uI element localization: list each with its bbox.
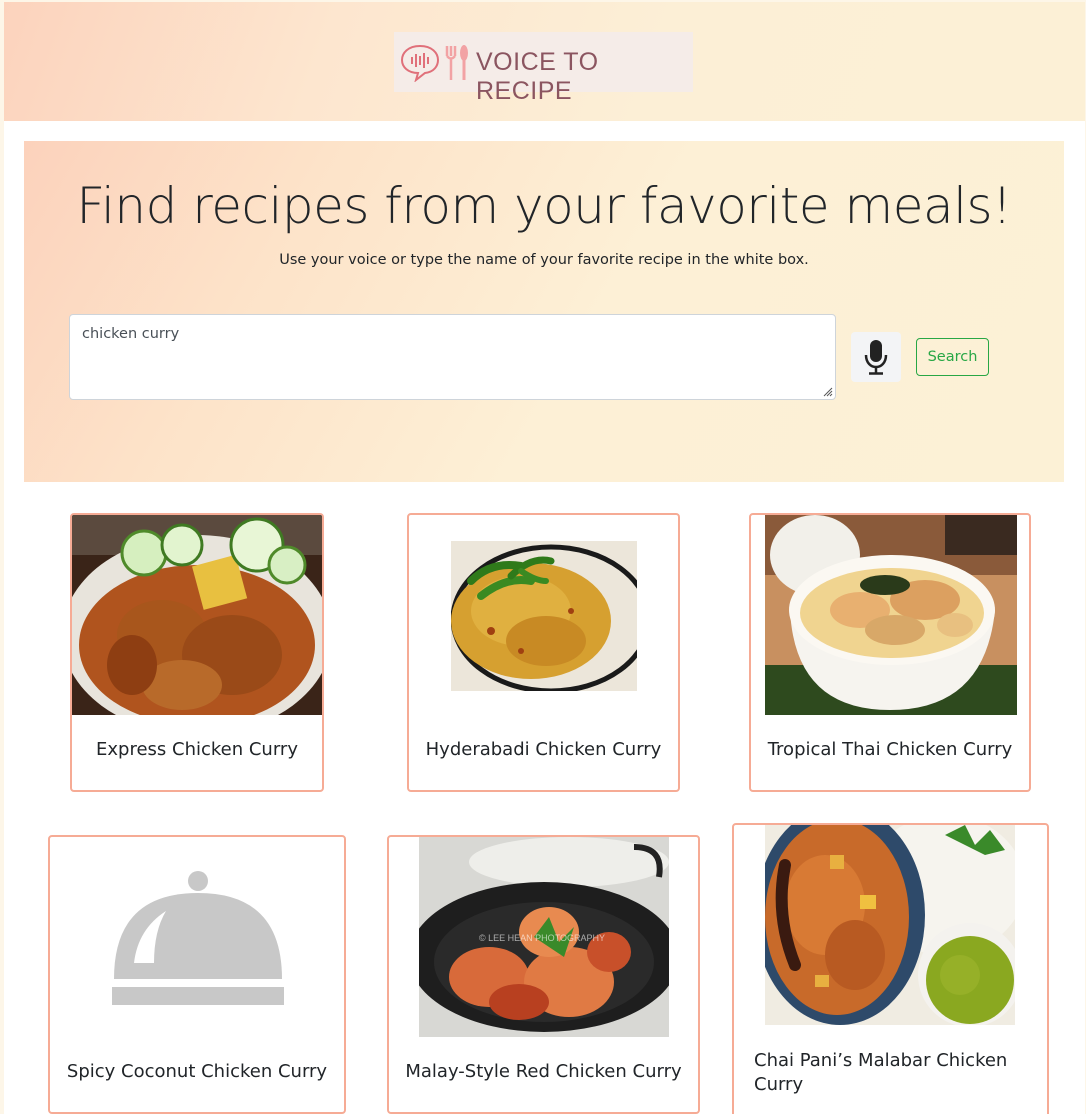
resize-grip-icon[interactable]	[821, 385, 833, 397]
recipe-card[interactable]: © LEE HEAN PHOTOGRAPHY Malay-Style Red C…	[387, 835, 700, 1114]
recipe-image-thai-curry-bowl[interactable]	[765, 515, 1017, 715]
recipe-title[interactable]: Chai Pani’s Malabar Chicken Curry	[734, 1049, 1047, 1097]
recipe-image-red-curry-in-wok[interactable]: © LEE HEAN PHOTOGRAPHY	[419, 837, 669, 1037]
cloche-placeholder-icon	[112, 871, 284, 1005]
recipe-card[interactable]: Express Chicken Curry	[70, 513, 324, 792]
recipe-search-input[interactable]: chicken curry	[69, 314, 836, 400]
search-input-value: chicken curry	[82, 326, 180, 342]
recipe-title-line-1: Chai Pani’s Malabar Chicken	[754, 1050, 1008, 1071]
recipe-image-curry-bowl-with-cucumber[interactable]	[72, 515, 322, 715]
recipe-title-line-2: Curry	[754, 1074, 804, 1095]
logo[interactable]: VOICE TO RECIPE	[394, 32, 693, 105]
recipe-title[interactable]: Hyderabadi Chicken Curry	[409, 739, 678, 760]
search-button[interactable]: Search	[916, 338, 989, 376]
page-subtitle: Use your voice or type the name of your …	[279, 252, 809, 268]
logo-icon	[400, 44, 468, 82]
microphone-icon	[864, 340, 888, 375]
recipe-card[interactable]: Tropical Thai Chicken Curry	[749, 513, 1031, 792]
hero-search-section: Find recipes from your favorite meals! U…	[24, 141, 1064, 482]
recipe-title[interactable]: Malay-Style Red Chicken Curry	[389, 1061, 698, 1082]
page: VOICE TO RECIPE Find recipes from your f…	[4, 2, 1085, 1114]
recipe-card[interactable]: Chai Pani’s Malabar Chicken Curry	[732, 823, 1049, 1114]
recipe-title[interactable]: Tropical Thai Chicken Curry	[751, 739, 1029, 760]
recipe-card[interactable]: Spicy Coconut Chicken Curry	[48, 835, 346, 1114]
recipe-image-placeholder[interactable]	[112, 871, 284, 1007]
recipe-card[interactable]: Hyderabadi Chicken Curry	[407, 513, 680, 792]
voice-input-button[interactable]	[851, 332, 901, 382]
recipe-image-curry-with-green-chilies[interactable]	[451, 541, 637, 691]
recipe-title[interactable]: Spicy Coconut Chicken Curry	[50, 1061, 344, 1082]
image-watermark: © LEE HEAN PHOTOGRAPHY	[479, 933, 605, 943]
recipe-image-malabar-curry-with-chutney[interactable]	[765, 825, 1015, 1025]
recipe-title[interactable]: Express Chicken Curry	[72, 739, 322, 760]
logo-text: VOICE TO RECIPE	[476, 48, 599, 105]
page-title: Find recipes from your favorite meals!	[76, 177, 1012, 235]
site-header: VOICE TO RECIPE	[4, 2, 1085, 121]
